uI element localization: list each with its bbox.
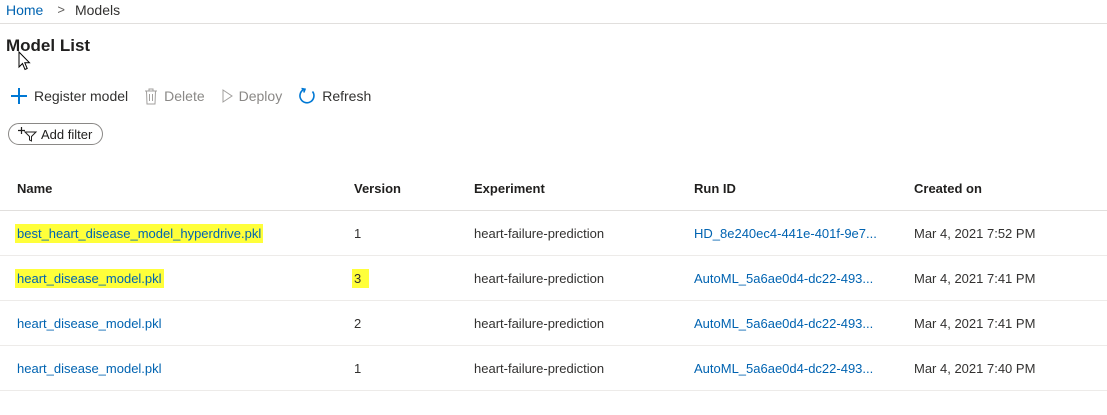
add-filter-icon: [18, 126, 38, 142]
highlighted-model-name: heart_disease_model.pkl: [15, 268, 164, 288]
table-header: Name Version Experiment Run ID Created o…: [0, 166, 1107, 211]
column-header-experiment[interactable]: Experiment: [474, 181, 545, 196]
run-id-link[interactable]: AutoML_5a6ae0d4-dc22-493...: [694, 316, 890, 331]
model-version: 2: [354, 315, 362, 331]
breadcrumb-current: Models: [74, 1, 121, 18]
delete-button[interactable]: Delete: [144, 88, 205, 105]
toolbar: Register model Delete Deploy Refresh: [10, 84, 387, 108]
created-on: Mar 4, 2021 7:41 PM: [914, 270, 1036, 286]
table-row[interactable]: best_heart_disease_model_hyperdrive.pkl …: [0, 211, 1107, 256]
chevron-right-icon: >: [57, 2, 65, 17]
run-id-link[interactable]: AutoML_5a6ae0d4-dc22-493...: [694, 361, 890, 376]
column-header-version[interactable]: Version: [354, 181, 401, 196]
model-experiment: heart-failure-prediction: [474, 225, 605, 241]
run-id-link[interactable]: HD_8e240ec4-441e-401f-9e7...: [694, 226, 890, 241]
created-on: Mar 4, 2021 7:41 PM: [914, 315, 1036, 331]
deploy-label: Deploy: [238, 88, 283, 104]
add-filter-label: Add filter: [41, 126, 93, 142]
created-on: Mar 4, 2021 7:40 PM: [914, 360, 1036, 376]
table-row[interactable]: heart_disease_model.pkl 2 heart-failure-…: [0, 301, 1107, 346]
model-version: 1: [354, 225, 362, 241]
model-experiment: heart-failure-prediction: [474, 315, 605, 331]
run-id-link[interactable]: AutoML_5a6ae0d4-dc22-493...: [694, 271, 890, 286]
column-header-run-id[interactable]: Run ID: [694, 181, 890, 196]
column-header-name[interactable]: Name: [17, 181, 52, 196]
highlighted-version: 3: [352, 268, 370, 288]
model-experiment: heart-failure-prediction: [474, 270, 605, 286]
highlighted-model-name: best_heart_disease_model_hyperdrive.pkl: [15, 223, 264, 243]
model-experiment: heart-failure-prediction: [474, 360, 605, 376]
model-name-link[interactable]: heart_disease_model.pkl: [17, 316, 162, 331]
delete-label: Delete: [164, 88, 205, 104]
trash-icon: [144, 88, 158, 105]
model-name-link[interactable]: heart_disease_model.pkl: [15, 268, 164, 288]
model-version: 3: [352, 268, 370, 288]
table-row[interactable]: heart_disease_model.pkl 1 heart-failure-…: [0, 346, 1107, 391]
refresh-icon: [298, 87, 316, 105]
model-table: Name Version Experiment Run ID Created o…: [0, 166, 1107, 391]
model-name-link[interactable]: best_heart_disease_model_hyperdrive.pkl: [15, 223, 264, 243]
register-model-label: Register model: [34, 88, 129, 104]
register-model-button[interactable]: Register model: [10, 87, 128, 105]
play-icon: [221, 89, 233, 103]
table-row[interactable]: heart_disease_model.pkl 3 heart-failure-…: [0, 256, 1107, 301]
refresh-button[interactable]: Refresh: [298, 87, 371, 105]
deploy-button[interactable]: Deploy: [221, 88, 283, 104]
breadcrumb: Home > Models: [0, 0, 1107, 24]
model-version: 1: [354, 360, 362, 376]
mouse-pointer-icon: [18, 51, 31, 71]
add-filter-button[interactable]: Add filter: [8, 123, 103, 145]
refresh-label: Refresh: [322, 88, 372, 104]
breadcrumb-home-link[interactable]: Home: [6, 2, 43, 18]
plus-icon: [10, 87, 28, 105]
model-name-link[interactable]: heart_disease_model.pkl: [17, 361, 162, 376]
created-on: Mar 4, 2021 7:52 PM: [914, 225, 1036, 241]
column-header-created-on[interactable]: Created on: [914, 181, 982, 196]
